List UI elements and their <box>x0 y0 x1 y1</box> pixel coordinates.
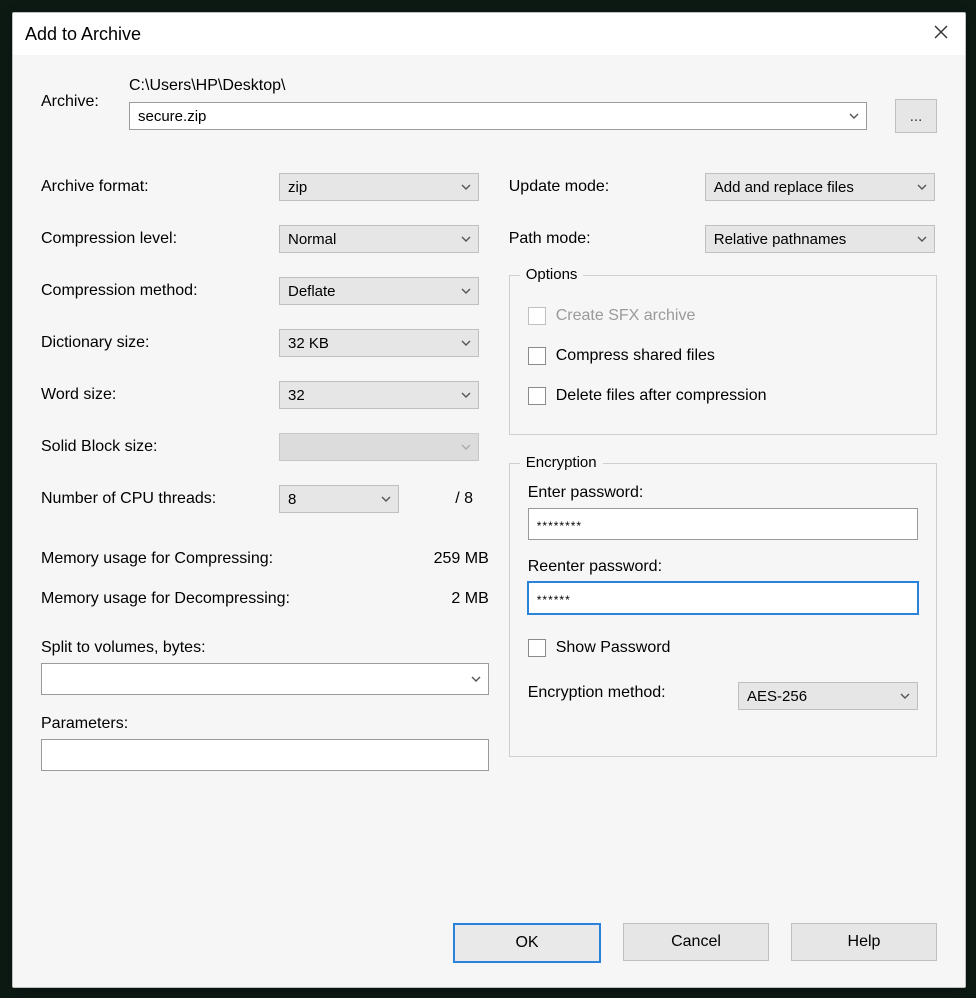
archive-filename-combo[interactable]: secure.zip <box>129 102 867 130</box>
chevron-down-icon <box>380 493 392 505</box>
compression-level-label: Compression level: <box>41 230 279 248</box>
dictionary-size-combo[interactable]: 32 KB <box>279 329 479 357</box>
dialog-body: Archive: C:\Users\HP\Desktop\ secure.zip… <box>13 55 965 987</box>
split-volumes-label: Split to volumes, bytes: <box>41 639 489 657</box>
browse-button[interactable]: ... <box>895 99 937 133</box>
ok-button[interactable]: OK <box>453 923 601 963</box>
dialog-title: Add to Archive <box>13 24 141 45</box>
cpu-threads-combo[interactable]: 8 <box>279 485 399 513</box>
encryption-group: Encryption Enter password: Reenter passw… <box>509 463 937 757</box>
archive-label: Archive: <box>41 77 129 111</box>
options-legend: Options <box>520 266 584 283</box>
path-mode-label: Path mode: <box>509 230 705 248</box>
chevron-down-icon <box>460 285 472 297</box>
titlebar: Add to Archive <box>13 13 965 56</box>
update-mode-label: Update mode: <box>509 178 705 196</box>
compression-method-label: Compression method: <box>41 282 279 300</box>
compress-shared-checkbox[interactable]: Compress shared files <box>528 336 918 376</box>
archive-format-label: Archive format: <box>41 178 279 196</box>
encryption-legend: Encryption <box>520 454 603 471</box>
archive-row: Archive: C:\Users\HP\Desktop\ secure.zip… <box>41 77 937 133</box>
archive-format-combo[interactable]: zip <box>279 173 479 201</box>
add-to-archive-dialog: Add to Archive Archive: C:\Users\HP\Desk… <box>12 12 966 988</box>
checkbox-icon <box>528 387 546 405</box>
help-button[interactable]: Help <box>791 923 937 961</box>
update-mode-combo[interactable]: Add and replace files <box>705 173 935 201</box>
cpu-threads-label: Number of CPU threads: <box>41 490 279 508</box>
chevron-down-icon <box>916 181 928 193</box>
options-group: Options Create SFX archive Compress shar… <box>509 275 937 435</box>
mem-decompress-label: Memory usage for Decompressing: <box>41 590 409 608</box>
chevron-down-icon <box>460 441 472 453</box>
chevron-down-icon <box>848 110 860 122</box>
chevron-down-icon <box>460 337 472 349</box>
reenter-password-label: Reenter password: <box>528 558 918 576</box>
dictionary-size-label: Dictionary size: <box>41 334 279 352</box>
reenter-password-input[interactable] <box>528 582 918 614</box>
checkbox-icon <box>528 347 546 365</box>
archive-path: C:\Users\HP\Desktop\ <box>129 77 937 95</box>
chevron-down-icon <box>460 181 472 193</box>
word-size-label: Word size: <box>41 386 279 404</box>
mem-compress-value: 259 MB <box>409 550 489 568</box>
cpu-threads-max: / 8 <box>407 490 473 508</box>
close-icon <box>934 25 948 43</box>
word-size-combo[interactable]: 32 <box>279 381 479 409</box>
encryption-method-label: Encryption method: <box>528 684 738 702</box>
delete-after-checkbox[interactable]: Delete files after compression <box>528 376 918 416</box>
compression-method-combo[interactable]: Deflate <box>279 277 479 305</box>
enter-password-label: Enter password: <box>528 484 918 502</box>
encryption-method-combo[interactable]: AES-256 <box>738 682 918 710</box>
compression-level-combo[interactable]: Normal <box>279 225 479 253</box>
dialog-buttons: OK Cancel Help <box>453 923 937 963</box>
path-mode-combo[interactable]: Relative pathnames <box>705 225 935 253</box>
chevron-down-icon <box>460 389 472 401</box>
checkbox-icon <box>528 639 546 657</box>
chevron-down-icon <box>916 233 928 245</box>
enter-password-input[interactable] <box>528 508 918 540</box>
mem-compress-label: Memory usage for Compressing: <box>41 550 409 568</box>
archive-filename: secure.zip <box>138 108 206 125</box>
solid-block-size-combo <box>279 433 479 461</box>
chevron-down-icon <box>470 673 482 685</box>
close-button[interactable] <box>917 13 965 55</box>
create-sfx-checkbox: Create SFX archive <box>528 296 918 336</box>
cancel-button[interactable]: Cancel <box>623 923 769 961</box>
mem-decompress-value: 2 MB <box>409 590 489 608</box>
chevron-down-icon <box>899 690 911 702</box>
chevron-down-icon <box>460 233 472 245</box>
split-volumes-combo[interactable] <box>41 663 489 695</box>
show-password-checkbox[interactable]: Show Password <box>528 628 918 668</box>
parameters-input[interactable] <box>41 739 489 771</box>
solid-block-size-label: Solid Block size: <box>41 438 279 456</box>
checkbox-icon <box>528 307 546 325</box>
parameters-label: Parameters: <box>41 715 489 733</box>
